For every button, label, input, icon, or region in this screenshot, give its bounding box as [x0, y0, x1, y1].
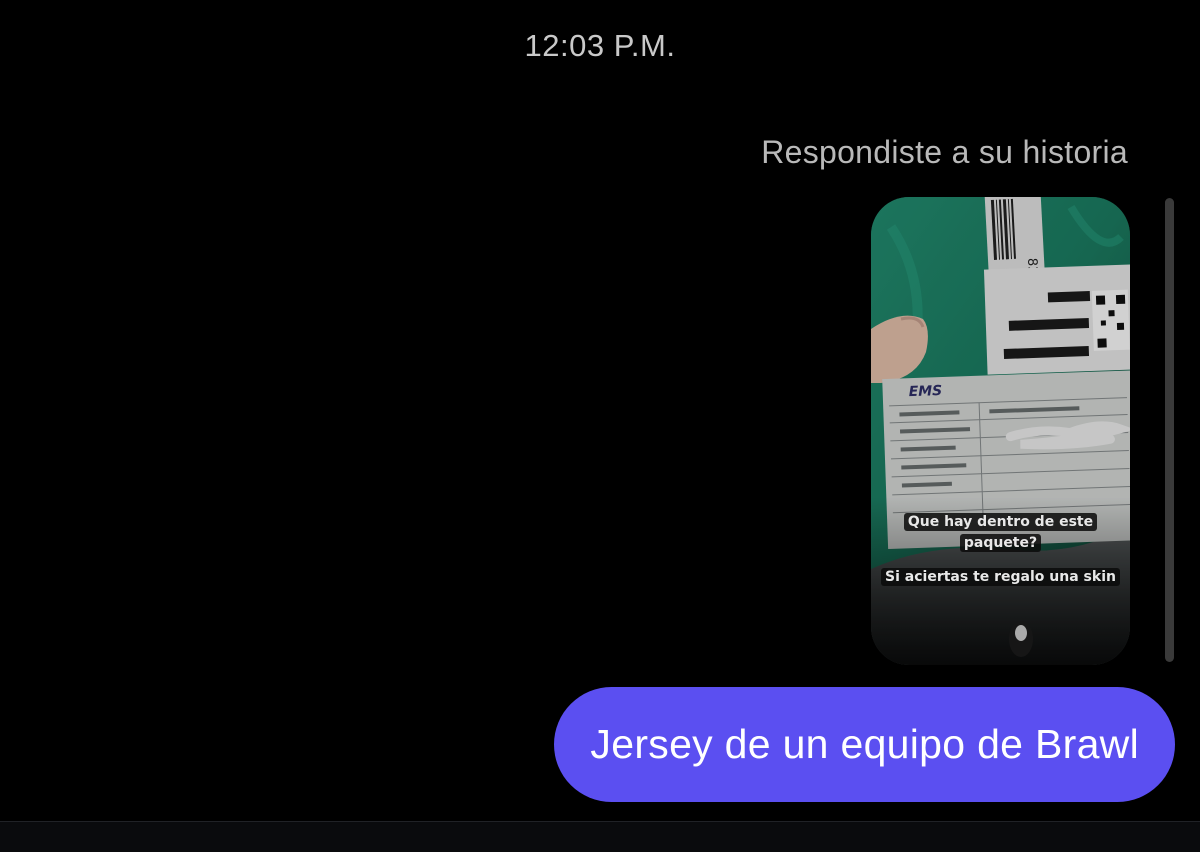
message-timestamp: 12:03 P.M.	[524, 28, 676, 63]
story-photo: 8252563	[871, 197, 1130, 665]
story-caption-offer: Si aciertas te regalo una skin	[871, 567, 1130, 588]
story-caption-question: Que hay dentro de este paquete?	[871, 512, 1130, 554]
story-preview[interactable]: 8252563	[871, 197, 1130, 665]
composer-bar	[0, 821, 1200, 852]
sent-message-bubble[interactable]: Jersey de un equipo de Brawl	[554, 687, 1175, 802]
scrollbar-thumb[interactable]	[1165, 198, 1174, 662]
story-reply-label: Respondiste a su historia	[761, 134, 1128, 170]
chat-thread: 12:03 P.M. Respondiste a su historia EMS…	[0, 0, 1200, 852]
